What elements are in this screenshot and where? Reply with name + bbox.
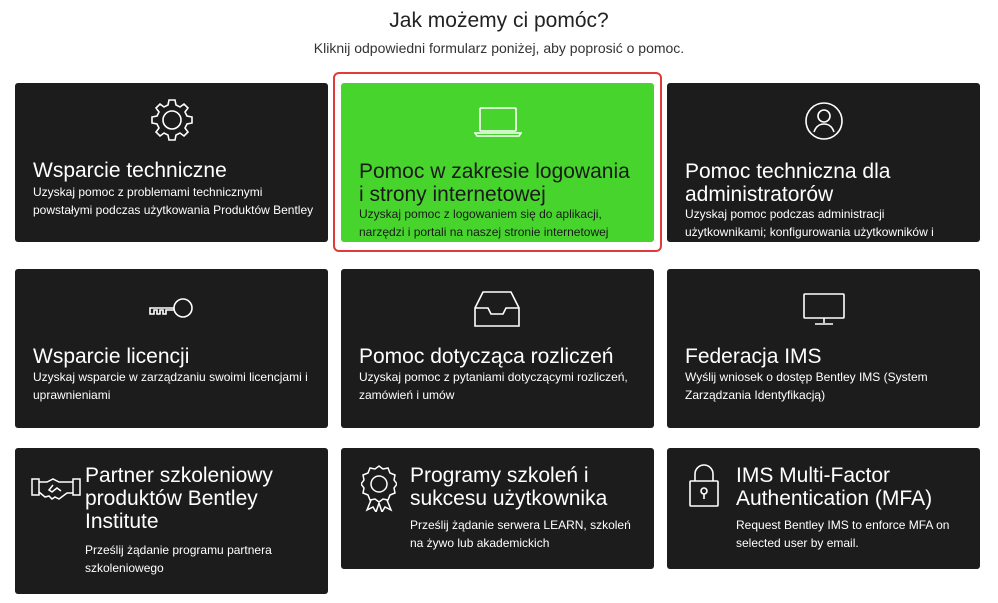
card-description: Wyślij wniosek o dostęp Bentley IMS (Sys… xyxy=(685,370,928,402)
handshake-icon xyxy=(31,474,81,502)
gear-icon xyxy=(149,97,195,143)
inbox-tray-icon xyxy=(474,290,520,328)
card-description: Uzyskaj pomoc z problemami technicznymi … xyxy=(33,185,314,217)
card-training-programs[interactable]: Programy szkoleń i sukcesu użytkownika P… xyxy=(341,448,654,569)
card-title: Programy szkoleń i sukcesu użytkownika xyxy=(410,464,608,510)
card-admin-support[interactable]: Pomoc techniczna dla administratorów Uzy… xyxy=(667,83,980,242)
page-subheading: Kliknij odpowiedni formularz poniżej, ab… xyxy=(313,40,685,56)
card-description: Uzyskaj pomoc z pytaniami dotyczącymi ro… xyxy=(359,370,628,402)
card-description: Prześlij żądanie programu partnera szkol… xyxy=(85,543,272,575)
selection-highlight-frame xyxy=(333,72,662,252)
card-title: Wsparcie techniczne xyxy=(33,159,227,182)
card-description: Request Bentley IMS to enforce MFA on se… xyxy=(736,518,950,550)
card-description: Prześlij żądanie serwera LEARN, szkoleń … xyxy=(410,518,631,550)
card-title: Pomoc techniczna dla administratorów xyxy=(685,160,891,206)
card-license-support[interactable]: Wsparcie licencji Uzyskaj wsparcie w zar… xyxy=(15,269,328,428)
user-circle-icon xyxy=(804,101,844,141)
card-training-partner[interactable]: Partner szkoleniowy produktów Bentley In… xyxy=(15,448,328,594)
key-icon xyxy=(147,297,195,321)
card-title: Wsparcie licencji xyxy=(33,345,190,368)
award-icon xyxy=(361,464,397,512)
card-title: Pomoc dotycząca rozliczeń xyxy=(359,345,614,368)
card-billing-support[interactable]: Pomoc dotycząca rozliczeń Uzyskaj pomoc … xyxy=(341,269,654,428)
monitor-icon xyxy=(802,292,846,326)
card-ims-federation[interactable]: Federacja IMS Wyślij wniosek o dostęp Be… xyxy=(667,269,980,428)
card-technical-support[interactable]: Wsparcie techniczne Uzyskaj pomoc z prob… xyxy=(15,83,328,242)
card-description: Uzyskaj wsparcie w zarządzaniu swoimi li… xyxy=(33,370,308,402)
card-title: Federacja IMS xyxy=(685,345,822,368)
card-title: Partner szkoleniowy produktów Bentley In… xyxy=(85,464,273,533)
card-title: IMS Multi-Factor Authentication (MFA) xyxy=(736,464,933,510)
page-heading: Jak możemy ci pomóc? xyxy=(389,9,609,32)
card-ims-mfa[interactable]: IMS Multi-Factor Authentication (MFA) Re… xyxy=(667,448,980,569)
lock-icon xyxy=(688,462,720,508)
card-description: Uzyskaj pomoc podczas administracji użyt… xyxy=(685,207,934,239)
